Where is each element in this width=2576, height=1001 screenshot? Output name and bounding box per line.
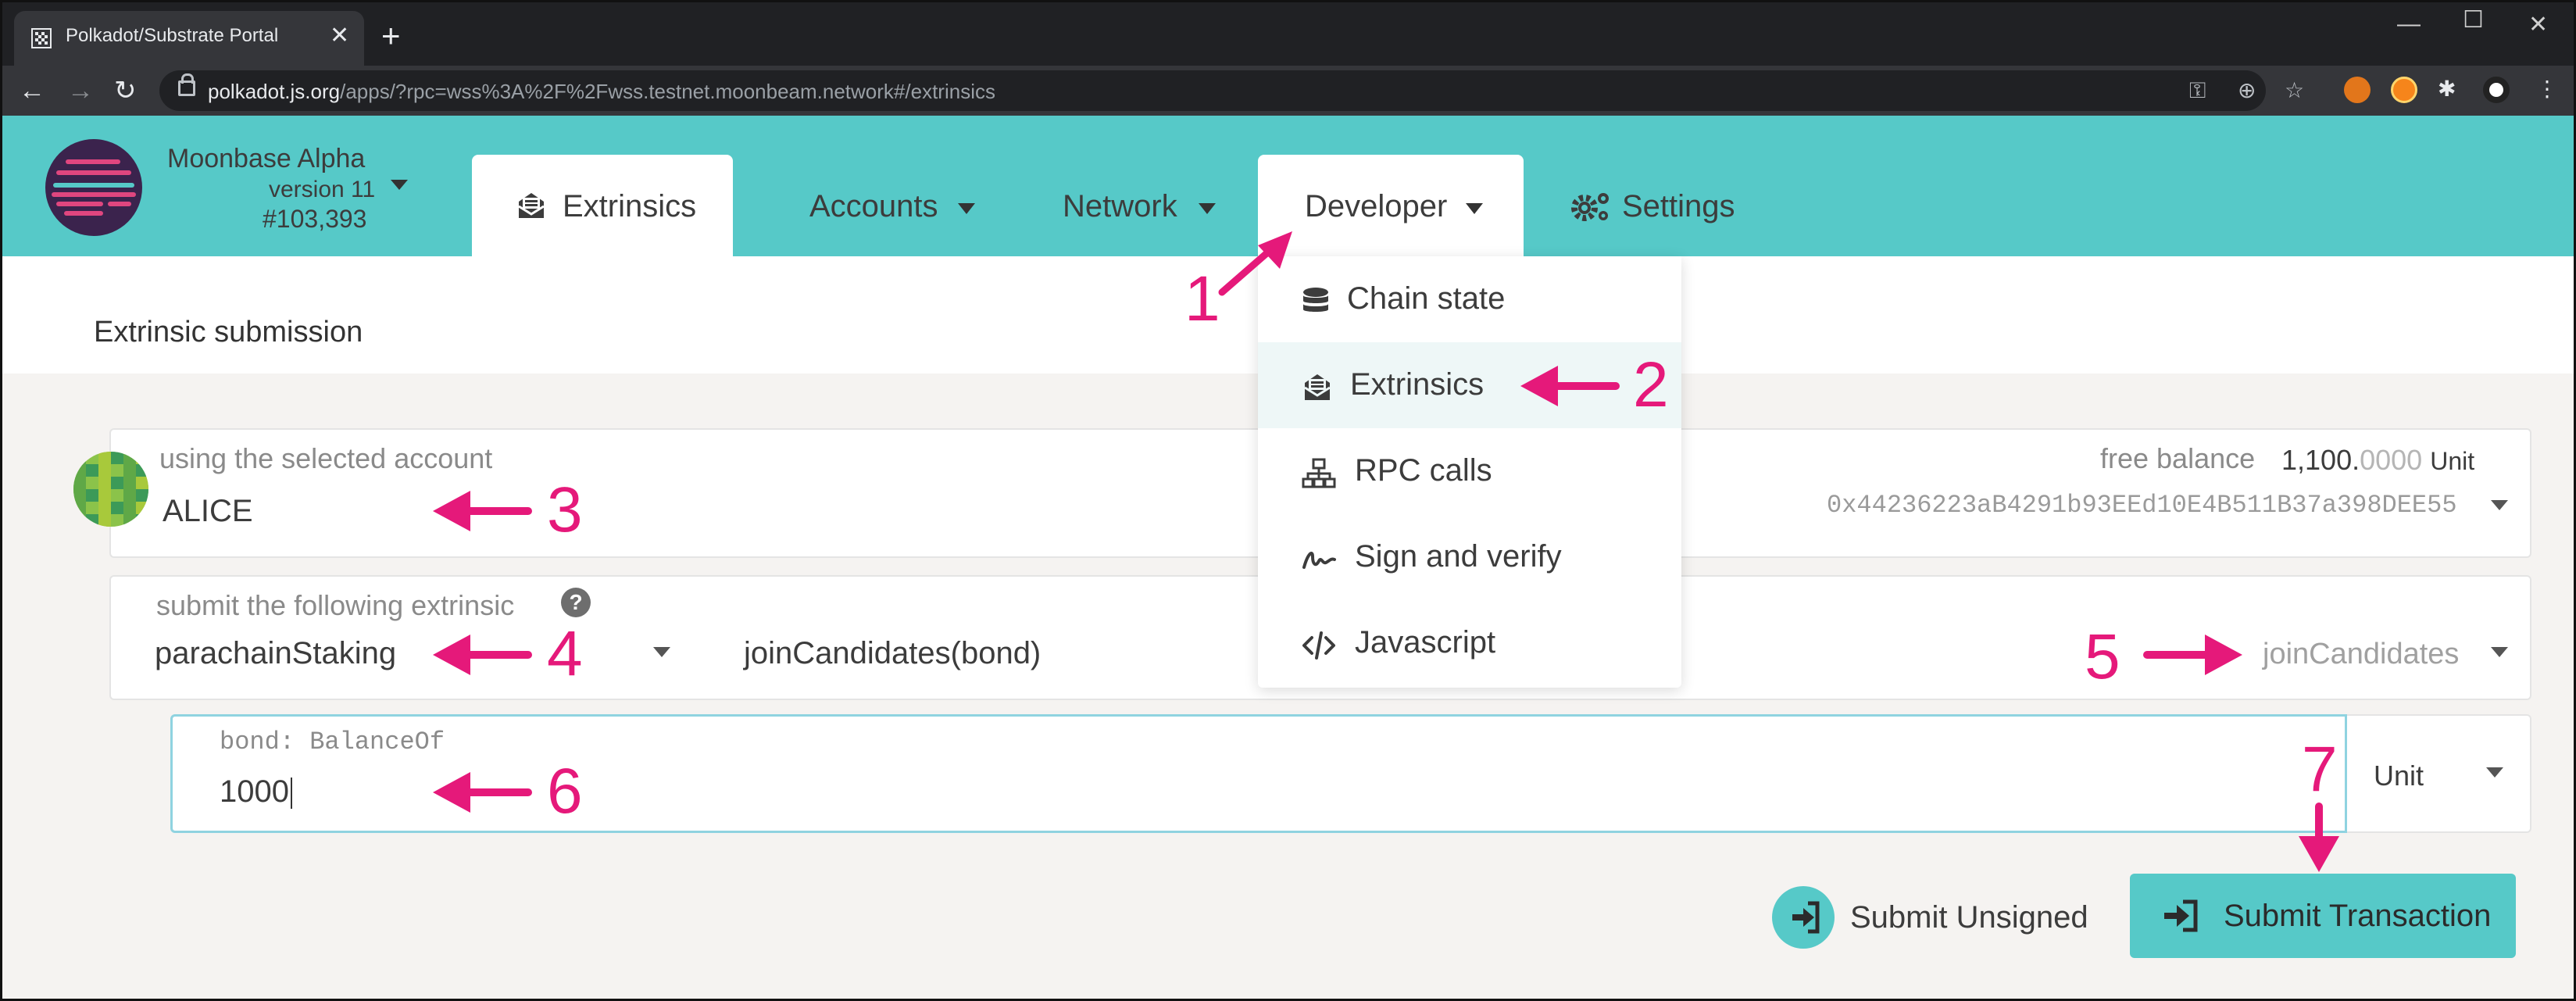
account-address: 0x44236223aB4291b93EEd10E4B511B37a398DEE…	[1827, 491, 2457, 520]
close-tab-icon[interactable]: ✕	[330, 22, 349, 50]
menu-item-javascript[interactable]: Javascript	[1258, 600, 1681, 686]
profile-avatar-icon[interactable]	[2483, 77, 2510, 103]
help-icon[interactable]: ?	[561, 588, 591, 617]
nav-tab-network[interactable]: Network	[1044, 155, 1236, 256]
minimize-icon[interactable]: —	[2397, 11, 2421, 38]
network-icon	[1302, 458, 1336, 488]
extrinsic-field-label: submit the following extrinsic	[156, 589, 515, 621]
chain-name[interactable]: Moonbase Alpha	[167, 144, 365, 174]
key-icon[interactable]: ⚿	[2189, 78, 2206, 103]
menu-item-label: RPC calls	[1355, 453, 1492, 488]
envelope-open-icon	[518, 193, 545, 218]
account-identicon-icon	[73, 452, 148, 527]
submit-transaction-button[interactable]: Submit Transaction	[2130, 874, 2516, 958]
browser-titlebar: Polkadot/Substrate Portal ✕ + — ☐ ✕	[0, 0, 2576, 66]
bond-field-label: bond: BalanceOf	[220, 728, 445, 756]
account-chevron-down-icon[interactable]	[2491, 500, 2508, 510]
menu-item-chain-state[interactable]: Chain state	[1258, 256, 1681, 342]
method-chevron-down-icon[interactable]	[2491, 647, 2508, 657]
annotation-arrow-6-icon	[433, 772, 532, 813]
method-select[interactable]: joinCandidates	[2263, 638, 2459, 671]
extensions-puzzle-icon[interactable]: ✱	[2438, 77, 2456, 102]
browser-tab-title: Polkadot/Substrate Portal	[66, 25, 279, 46]
annotation-arrow-5-icon	[2143, 635, 2242, 675]
nav-tab-extrinsics[interactable]: Extrinsics	[472, 155, 733, 256]
browser-toolbar: ← → ↻ polkadot.js.org/apps/?rpc=wss%3A%2…	[0, 66, 2576, 116]
envelope-open-icon	[1304, 374, 1331, 400]
chain-block-number: #103,393	[263, 205, 367, 233]
reload-icon[interactable]: ↻	[114, 73, 137, 108]
chevron-down-icon	[1199, 203, 1216, 214]
menu-item-label: Sign and verify	[1355, 539, 1562, 574]
annotation-arrow-2-icon	[1520, 366, 1620, 406]
account-field-label: using the selected account	[159, 442, 493, 474]
annotation-step-5: 5	[2085, 621, 2120, 692]
nav-tab-settings[interactable]: Settings	[1563, 155, 1766, 256]
code-icon	[1302, 631, 1335, 660]
annotation-step-1: 1	[1184, 263, 1220, 334]
menu-item-label: Javascript	[1355, 625, 1496, 660]
annotation-arrow-4-icon	[433, 635, 532, 675]
account-name: ALICE	[163, 494, 253, 528]
unit-chevron-down-icon	[2486, 767, 2503, 778]
menu-item-rpc-calls[interactable]: RPC calls	[1258, 428, 1681, 514]
sign-in-icon	[1772, 886, 1835, 949]
annotation-arrow-7-icon	[2299, 803, 2339, 872]
window-close-icon[interactable]: ✕	[2528, 11, 2548, 38]
method-signature: joinCandidates(bond)	[744, 636, 1041, 670]
nav-tab-label: Accounts	[809, 189, 938, 223]
submit-unsigned-button[interactable]: Submit Unsigned	[1772, 885, 2100, 950]
pallet-select[interactable]: parachainStaking	[155, 636, 396, 671]
address-bar[interactable]: polkadot.js.org/apps/?rpc=wss%3A%2F%2Fws…	[159, 70, 2304, 111]
nav-tab-label: Extrinsics	[563, 189, 697, 223]
back-icon[interactable]: ←	[19, 73, 45, 108]
annotation-arrow-3-icon	[433, 491, 532, 531]
pallet-chevron-down-icon[interactable]	[653, 647, 670, 657]
chevron-down-icon	[958, 203, 975, 214]
nav-tab-label: Developer	[1305, 189, 1448, 223]
browser-tab[interactable]: Polkadot/Substrate Portal ✕	[14, 11, 364, 66]
menu-item-label: Extrinsics	[1350, 367, 1485, 402]
gears-icon	[1571, 193, 1609, 221]
annotation-step-2: 2	[1633, 349, 1669, 420]
annotation-step-6: 6	[547, 756, 583, 827]
free-balance-label: free balance	[2100, 442, 2256, 474]
unit-label: Unit	[2374, 760, 2424, 792]
unit-select[interactable]: Unit	[2347, 714, 2531, 833]
metamask-extension-icon[interactable]	[2344, 77, 2371, 103]
sign-in-icon	[2164, 899, 2198, 932]
developer-dropdown-menu: Chain state Extrinsics RPC calls Sign an…	[1258, 256, 1681, 688]
polkadot-favicon-icon	[31, 28, 52, 48]
lock-icon	[178, 73, 195, 96]
bond-value[interactable]: 1000	[220, 774, 292, 810]
new-tab-icon[interactable]: +	[381, 19, 401, 53]
tab-extrinsic-submission[interactable]: Extrinsic submission	[94, 316, 363, 349]
nav-tab-accounts[interactable]: Accounts	[789, 155, 992, 256]
zoom-icon[interactable]: ⊕	[2238, 78, 2256, 103]
annotation-step-7: 7	[2302, 734, 2338, 805]
chain-chevron-down-icon[interactable]	[391, 180, 408, 190]
maximize-icon[interactable]: ☐	[2463, 6, 2484, 34]
chevron-down-icon	[1466, 203, 1483, 214]
annotation-arrow-1-icon	[1218, 231, 1292, 296]
bookmark-star-icon[interactable]: ☆	[2285, 78, 2304, 103]
chain-logo-icon[interactable]	[45, 139, 142, 236]
annotation-step-4: 4	[547, 618, 583, 689]
signature-icon	[1302, 552, 1336, 569]
menu-item-sign-and-verify[interactable]: Sign and verify	[1258, 514, 1681, 600]
menu-item-label: Chain state	[1347, 281, 1506, 316]
url-text: polkadot.js.org/apps/?rpc=wss%3A%2F%2Fws…	[208, 80, 995, 103]
nav-tab-label: Settings	[1622, 189, 1735, 223]
forward-icon[interactable]: →	[67, 73, 94, 108]
submit-transaction-label: Submit Transaction	[2224, 899, 2492, 933]
submit-unsigned-label: Submit Unsigned	[1850, 900, 2088, 935]
chain-version: version 11	[269, 177, 376, 202]
p-extension-icon[interactable]	[2391, 77, 2417, 103]
menu-dots-icon[interactable]: ⋮	[2536, 77, 2558, 102]
annotation-step-3: 3	[547, 474, 583, 545]
free-balance-value: 1,100.0000 Unit	[2281, 444, 2475, 476]
nav-tab-label: Network	[1063, 189, 1177, 223]
